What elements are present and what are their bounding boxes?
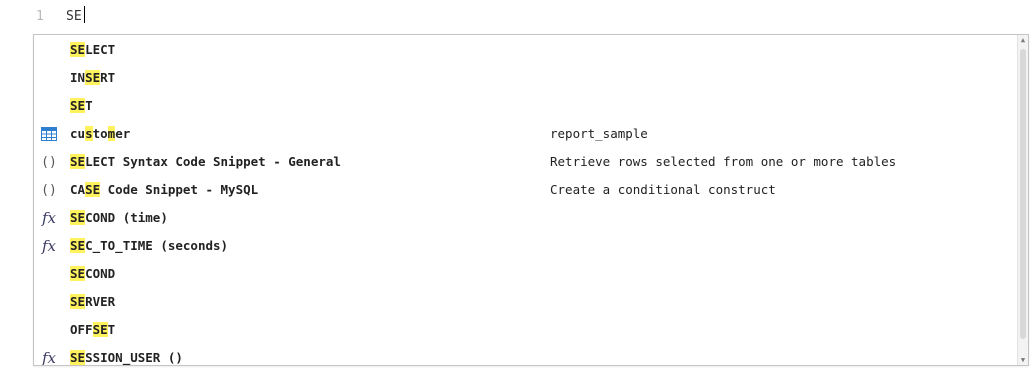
editor-text[interactable]: SE bbox=[66, 9, 82, 24]
autocomplete-item-label: CASE Code Snippet - MySQL bbox=[70, 182, 259, 197]
autocomplete-list[interactable]: SELECT INSERT SET customer report_sample () SE… bbox=[34, 35, 1018, 365]
autocomplete-item-label: SELECT bbox=[70, 42, 116, 57]
line-number: 1 bbox=[36, 9, 44, 24]
snippet-icon: () bbox=[41, 154, 57, 170]
autocomplete-item[interactable]: SERVER bbox=[34, 288, 1018, 316]
autocomplete-item[interactable]: fx SESSION_USER () bbox=[34, 344, 1018, 366]
function-icon: fx bbox=[41, 349, 56, 366]
autocomplete-item-detail: Retrieve rows selected from one or more … bbox=[550, 154, 897, 169]
scroll-down-arrow-icon[interactable]: ▼ bbox=[1018, 355, 1028, 365]
snippet-icon: () bbox=[41, 182, 57, 198]
autocomplete-item-label: INSERT bbox=[70, 70, 116, 85]
scrollbar[interactable]: ▲ ▼ bbox=[1017, 35, 1028, 365]
function-icon: fx bbox=[41, 237, 56, 255]
autocomplete-item-label: SERVER bbox=[70, 294, 116, 309]
autocomplete-item-detail: report_sample bbox=[550, 126, 648, 141]
autocomplete-item[interactable]: OFFSET bbox=[34, 316, 1018, 344]
text-caret bbox=[84, 6, 85, 23]
autocomplete-item-label: customer bbox=[70, 126, 131, 141]
autocomplete-item[interactable]: customer report_sample bbox=[34, 120, 1018, 148]
autocomplete-item-label: SECOND (time) bbox=[70, 210, 168, 225]
autocomplete-item-label: OFFSET bbox=[70, 322, 116, 337]
autocomplete-item-label: SESSION_USER () bbox=[70, 350, 183, 365]
scroll-up-arrow-icon[interactable]: ▲ bbox=[1018, 35, 1028, 45]
autocomplete-item[interactable]: fx SECOND (time) bbox=[34, 204, 1018, 232]
scrollbar-thumb[interactable] bbox=[1020, 49, 1026, 339]
function-icon: fx bbox=[41, 209, 56, 227]
autocomplete-item[interactable]: fx SEC_TO_TIME (seconds) bbox=[34, 232, 1018, 260]
autocomplete-item[interactable]: INSERT bbox=[34, 64, 1018, 92]
autocomplete-popup[interactable]: SELECT INSERT SET customer report_sample () SE… bbox=[33, 34, 1029, 366]
autocomplete-item[interactable]: () SELECT Syntax Code Snippet - General Re… bbox=[34, 148, 1018, 176]
autocomplete-item-label: SEC_TO_TIME (seconds) bbox=[70, 238, 229, 253]
table-icon bbox=[40, 125, 58, 143]
autocomplete-item-detail: Create a conditional construct bbox=[550, 182, 776, 197]
autocomplete-item[interactable]: SET bbox=[34, 92, 1018, 120]
autocomplete-item[interactable]: () CASE Code Snippet - MySQL Create a cond… bbox=[34, 176, 1018, 204]
editor-line[interactable]: 1 SE bbox=[0, 0, 1030, 30]
autocomplete-item[interactable]: SELECT bbox=[34, 36, 1018, 64]
autocomplete-item-label: SELECT Syntax Code Snippet - General bbox=[70, 154, 341, 169]
autocomplete-item-label: SECOND bbox=[70, 266, 116, 281]
autocomplete-item-label: SET bbox=[70, 98, 93, 113]
autocomplete-item[interactable]: SECOND bbox=[34, 260, 1018, 288]
